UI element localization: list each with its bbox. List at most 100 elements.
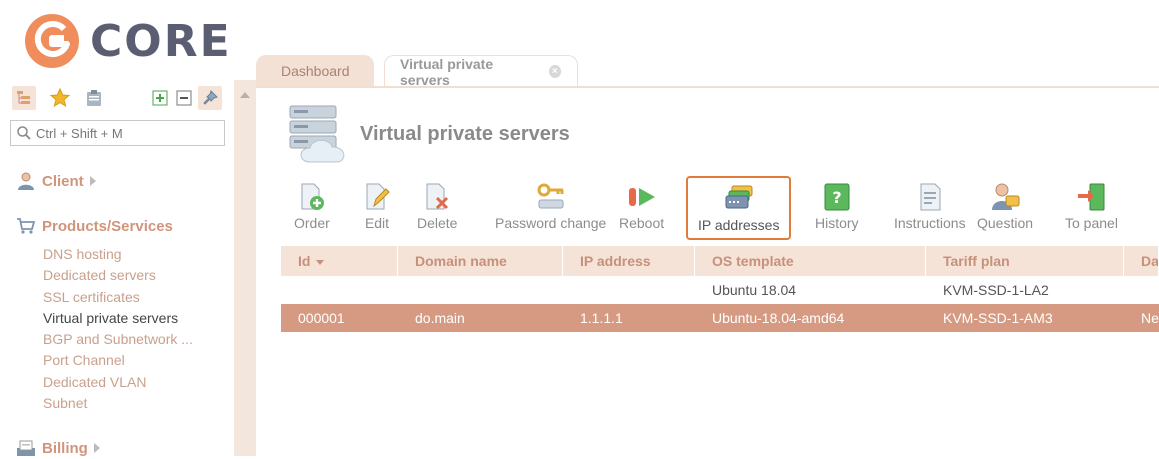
column-header-id[interactable]: Id xyxy=(281,246,398,276)
pin-button[interactable] xyxy=(198,86,222,110)
close-tab-icon[interactable]: × xyxy=(548,65,561,78)
cell-ip xyxy=(563,276,695,304)
tree-view-button[interactable] xyxy=(12,86,36,110)
sort-desc-icon xyxy=(316,259,325,265)
cell-os-template: Ubuntu-18.04-amd64 xyxy=(712,310,845,326)
sidebar-group-label: Billing xyxy=(42,439,88,457)
tab-label: Virtual private servers xyxy=(400,55,494,88)
reboot-icon xyxy=(628,188,655,206)
sidebar-item-subnet[interactable]: Subnet xyxy=(43,393,233,414)
column-header-date[interactable]: Da xyxy=(1124,246,1159,276)
sidebar-group-label: Products/Services xyxy=(42,217,173,235)
toolbar-button-label: Reboot xyxy=(619,215,665,231)
edit-button[interactable]: Edit xyxy=(362,180,392,236)
toolbar-button-label: Password change xyxy=(495,215,607,231)
sidebar-item-ssl-certificates[interactable]: SSL certificates xyxy=(43,287,233,308)
page-title: Virtual private servers xyxy=(360,123,570,145)
table-row[interactable]: Ubuntu 18.04 KVM-SSD-1-LA2 xyxy=(281,276,1159,304)
clipboard-button[interactable] xyxy=(82,86,106,110)
question-button[interactable]: Question xyxy=(977,180,1033,236)
vps-table: Id Domain name IP address OS template Ta… xyxy=(281,246,1159,332)
sidebar-group-products-services[interactable]: Products/Services xyxy=(16,215,173,237)
to-panel-button[interactable]: To panel xyxy=(1065,180,1118,236)
column-header-ip[interactable]: IP address xyxy=(563,246,695,276)
chevron-right-icon xyxy=(93,443,100,453)
tab-label: Dashboard xyxy=(281,63,350,79)
plus-box-icon xyxy=(152,90,168,106)
sidebar-toolbar xyxy=(12,86,224,110)
sidebar-scrollbar[interactable] xyxy=(234,80,256,456)
scroll-up-arrow-icon[interactable] xyxy=(240,92,250,98)
sidebar-item-dns-hosting[interactable]: DNS hosting xyxy=(43,244,233,265)
favorites-button[interactable] xyxy=(48,86,72,110)
password-change-button[interactable]: Password change xyxy=(495,180,606,236)
user-icon xyxy=(18,172,34,190)
cell-ip: 1.1.1.1 xyxy=(580,310,623,326)
ip-addresses-button[interactable]: IP addresses xyxy=(686,176,792,240)
reboot-button[interactable]: Reboot xyxy=(619,180,664,236)
clipboard-icon xyxy=(87,90,101,106)
cell-domain xyxy=(398,276,563,304)
star-icon xyxy=(50,88,70,108)
sidebar-search[interactable] xyxy=(10,120,225,146)
order-icon xyxy=(301,183,324,210)
main-content: Virtual private servers Order Edit Delet… xyxy=(256,88,1159,456)
sidebar-item-dedicated-vlan[interactable]: Dedicated VLAN xyxy=(43,372,233,393)
core-logo: CORE xyxy=(24,10,232,72)
tree-icon xyxy=(17,91,30,104)
edit-icon xyxy=(366,183,390,210)
sidebar-group-client[interactable]: Client xyxy=(16,170,96,192)
cell-id: 000001 xyxy=(298,310,345,326)
column-header-os-template[interactable]: OS template xyxy=(695,246,926,276)
sidebar-item-bgp-subnetwork[interactable]: BGP and Subnetwork ... xyxy=(43,329,233,350)
delete-icon xyxy=(426,183,449,210)
cell-tariff-plan: KVM-SSD-1-LA2 xyxy=(943,282,1049,298)
toolbar-button-label: Delete xyxy=(417,215,458,231)
instructions-icon xyxy=(920,183,941,211)
cell-os-template: Ubuntu 18.04 xyxy=(712,282,797,298)
minus-box-icon xyxy=(176,90,192,106)
table-header: Id Domain name IP address OS template Ta… xyxy=(281,246,1159,276)
toolbar-button-label: To panel xyxy=(1065,215,1118,231)
cart-icon xyxy=(17,218,36,234)
delete-button[interactable]: Delete xyxy=(417,180,457,236)
sidebar-item-virtual-private-servers[interactable]: Virtual private servers xyxy=(43,308,233,329)
search-input[interactable] xyxy=(36,125,216,141)
column-header-domain[interactable]: Domain name xyxy=(398,246,563,276)
cell-id xyxy=(281,276,398,304)
history-button[interactable]: ? History xyxy=(815,180,859,236)
logo-text: CORE xyxy=(90,15,232,67)
history-icon: ? xyxy=(824,183,850,211)
cell-domain: do.main xyxy=(415,310,465,326)
search-icon xyxy=(17,126,31,140)
column-header-tariff-plan[interactable]: Tariff plan xyxy=(926,246,1124,276)
toolbar-button-label: Edit xyxy=(364,215,390,231)
to-panel-icon xyxy=(1078,183,1105,211)
table-row-selected[interactable]: 000001 do.main 1.1.1.1 Ubuntu-18.04-amd6… xyxy=(281,304,1159,332)
sidebar-item-dedicated-servers[interactable]: Dedicated servers xyxy=(43,265,233,286)
cell-date xyxy=(1124,276,1159,304)
sidebar-item-port-channel[interactable]: Port Channel xyxy=(43,350,233,371)
svg-text:?: ? xyxy=(832,188,841,207)
cell-date: Ne xyxy=(1141,310,1159,326)
servers-cloud-icon xyxy=(289,105,345,163)
expand-all-button[interactable] xyxy=(148,86,172,110)
collapse-all-button[interactable] xyxy=(172,86,196,110)
tab-bar: Dashboard Virtual private servers × xyxy=(256,55,1159,88)
toolbar: Order Edit Delete Password change Reboot… xyxy=(256,176,1159,240)
instructions-button[interactable]: Instructions xyxy=(894,180,966,236)
key-icon xyxy=(537,183,564,209)
ip-addresses-icon xyxy=(725,185,753,209)
tab-virtual-private-servers[interactable]: Virtual private servers × xyxy=(384,55,578,88)
logo-mark-icon xyxy=(25,14,79,68)
toolbar-button-label: Question xyxy=(977,215,1034,231)
sidebar: Client Products/Services DNS hosting Ded… xyxy=(0,80,234,457)
toolbar-button-label: Order xyxy=(294,215,330,231)
question-icon xyxy=(992,183,1020,210)
toolbar-button-label: IP addresses xyxy=(698,217,780,233)
sidebar-item-list: DNS hosting Dedicated servers SSL certif… xyxy=(43,244,233,414)
cell-tariff-plan: KVM-SSD-1-AM3 xyxy=(943,310,1053,326)
toolbar-button-label: History xyxy=(815,215,859,231)
order-button[interactable]: Order xyxy=(294,180,330,236)
tab-dashboard[interactable]: Dashboard xyxy=(256,55,374,87)
